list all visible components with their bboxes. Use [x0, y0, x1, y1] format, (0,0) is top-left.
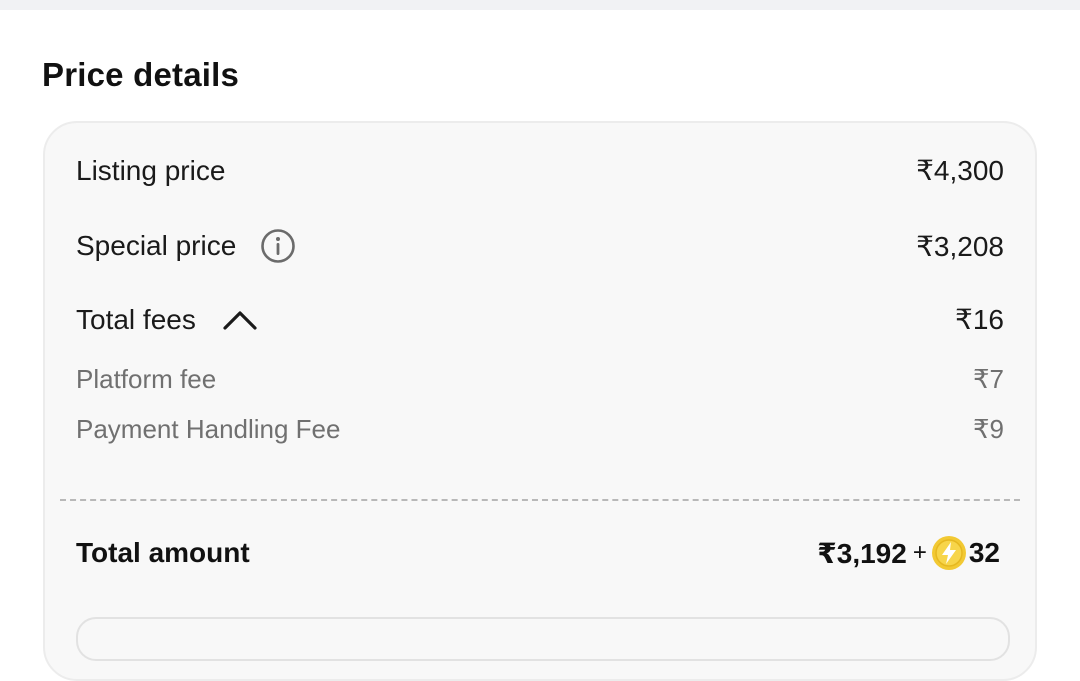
total-amount-row: Total amount ₹3,192 + 32 — [76, 535, 1000, 571]
info-icon[interactable] — [260, 228, 296, 264]
platform-fee-label: Platform fee — [76, 364, 217, 394]
chevron-up-icon[interactable] — [222, 308, 258, 332]
total-amount-value: ₹3,192 — [817, 537, 907, 569]
total-fees-value: ₹16 — [955, 304, 1004, 335]
special-price-row: Special price ₹3,208 — [76, 228, 1004, 264]
total-fees-label: Total fees — [76, 303, 196, 335]
page-title: Price details — [42, 56, 240, 93]
payment-handling-fee-label: Payment Handling Fee — [76, 414, 341, 444]
supercoin-icon — [931, 535, 967, 571]
total-amount-value-wrap: ₹3,192 + 32 — [817, 535, 1000, 571]
platform-fee-row: Platform fee ₹7 — [76, 364, 1004, 395]
listing-price-row: Listing price ₹4,300 — [76, 154, 1004, 187]
bottom-info-box — [76, 617, 1010, 661]
total-amount-label: Total amount — [76, 537, 250, 568]
platform-fee-value: ₹7 — [972, 364, 1004, 394]
total-fees-row[interactable]: Total fees ₹16 — [76, 303, 1004, 336]
plus-sign: + — [912, 539, 927, 566]
special-price-value: ₹3,208 — [916, 230, 1004, 262]
payment-handling-fee-value: ₹9 — [972, 414, 1004, 444]
top-strip — [0, 0, 1080, 10]
supercoin-value: 32 — [968, 537, 1000, 568]
listing-price-label: Listing price — [76, 154, 226, 186]
price-details-card — [43, 121, 1037, 681]
special-price-label-wrap: Special price — [76, 228, 296, 264]
payment-handling-fee-row: Payment Handling Fee ₹9 — [76, 414, 1004, 445]
special-price-label: Special price — [76, 230, 237, 261]
total-fees-label-wrap: Total fees — [76, 304, 258, 336]
dashed-divider — [60, 499, 1020, 501]
listing-price-value: ₹4,300 — [916, 155, 1004, 186]
